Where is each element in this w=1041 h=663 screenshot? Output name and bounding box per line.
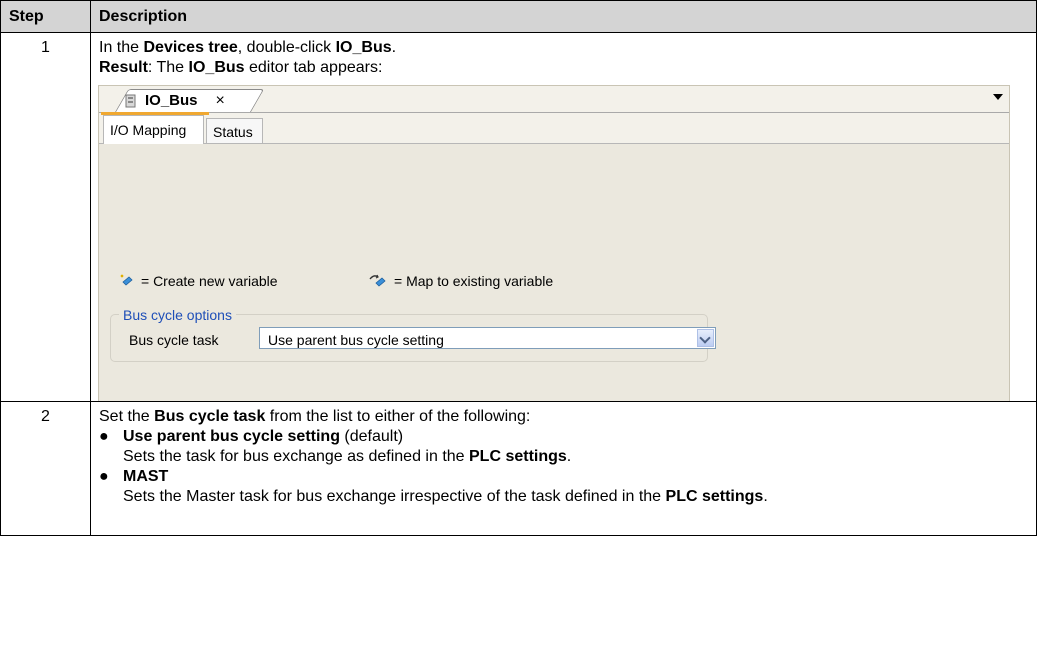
- table-row: 2 Set the Bus cycle task from the list t…: [0, 401, 1037, 536]
- step-description: In the Devices tree, double-click IO_Bus…: [90, 32, 1037, 402]
- map-variable-icon: [369, 274, 386, 287]
- tab-io-mapping[interactable]: I/O Mapping: [103, 115, 204, 144]
- result-line: Result: The IO_Bus editor tab appears:: [99, 58, 1028, 78]
- step-number: 2: [0, 401, 91, 536]
- chevron-down-icon[interactable]: [697, 329, 714, 347]
- instruction-line: In the Devices tree, double-click IO_Bus…: [99, 38, 1028, 58]
- io-bus-editor-screenshot: IO_Bus × I/O Mapping Status = Create new…: [98, 85, 1010, 401]
- procedure-table: Step Description 1 In the Devices tree, …: [0, 0, 1037, 536]
- legend-map-label: = Map to existing variable: [394, 273, 554, 289]
- create-variable-icon: [120, 274, 133, 286]
- list-item: ● Use parent bus cycle setting (default): [99, 427, 1028, 447]
- text: (default): [339, 428, 404, 445]
- text: Sets the task for bus exchange as define…: [123, 448, 469, 465]
- editor-tab-label[interactable]: IO_Bus ×: [125, 92, 225, 110]
- text: Set the: [99, 408, 155, 425]
- bold-term: Result: [99, 59, 148, 76]
- tab-status[interactable]: Status: [206, 118, 263, 144]
- bold-term: Bus cycle task: [154, 408, 266, 425]
- text: In the: [99, 39, 144, 56]
- legend-create: = Create new variable: [119, 271, 278, 291]
- list-item: ● MAST: [99, 467, 1028, 487]
- text: from the list to either of the following…: [265, 408, 531, 425]
- bus-cycle-task-value: Use parent bus cycle setting: [268, 332, 444, 348]
- bus-cycle-task-select[interactable]: Use parent bus cycle setting: [259, 327, 716, 349]
- tab-list-dropdown-icon[interactable]: [993, 94, 1003, 100]
- step-description: Set the Bus cycle task from the list to …: [90, 401, 1037, 536]
- table-row: 1 In the Devices tree, double-click IO_B…: [0, 32, 1037, 402]
- bold-term: PLC settings: [665, 488, 764, 505]
- legend-create-label: = Create new variable: [141, 273, 278, 289]
- option-description: Sets the task for bus exchange as define…: [99, 447, 1028, 467]
- text: .: [391, 39, 397, 56]
- option-description: Sets the Master task for bus exchange ir…: [99, 487, 1028, 507]
- step-column-header: Step: [0, 0, 91, 33]
- bold-term: Devices tree: [143, 39, 238, 56]
- group-title: Bus cycle options: [119, 305, 236, 325]
- editor-content-area: = Create new variable = Map to existing …: [99, 143, 1009, 401]
- bold-term: PLC settings: [469, 448, 567, 465]
- step-number: 1: [0, 32, 91, 402]
- description-column-header: Description: [90, 0, 1037, 33]
- editor-tab-title: IO_Bus: [145, 92, 198, 109]
- option-title: Use parent bus cycle setting: [123, 428, 340, 445]
- legend-map: = Map to existing variable: [368, 271, 553, 291]
- bold-term: IO_Bus: [335, 39, 392, 56]
- text: : The: [147, 59, 189, 76]
- text: Sets the Master task for bus exchange ir…: [123, 488, 666, 505]
- text: .: [566, 448, 572, 465]
- text: editor tab appears:: [244, 59, 383, 76]
- instruction-line: Set the Bus cycle task from the list to …: [99, 407, 1028, 427]
- table-header-row: Step Description: [0, 0, 1037, 33]
- bullet-icon: ●: [99, 468, 109, 485]
- option-title: MAST: [123, 468, 169, 485]
- device-icon: [125, 94, 136, 108]
- bold-term: IO_Bus: [188, 59, 245, 76]
- close-icon[interactable]: ×: [216, 91, 225, 111]
- text: , double-click: [237, 39, 336, 56]
- text: .: [763, 488, 768, 505]
- bullet-icon: ●: [99, 428, 109, 445]
- editor-tab-bar: IO_Bus ×: [99, 86, 1009, 113]
- bus-cycle-task-label: Bus cycle task: [129, 332, 219, 348]
